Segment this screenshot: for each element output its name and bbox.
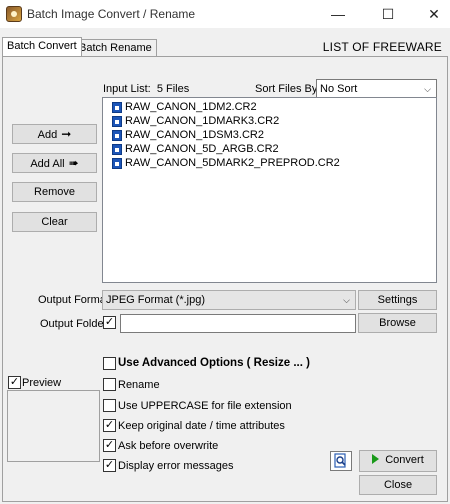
magnifier-icon <box>334 453 346 468</box>
zoom-preview-button[interactable] <box>330 451 352 471</box>
add-all-button[interactable]: Add All ➠ <box>12 153 97 173</box>
rename-checkbox[interactable] <box>103 378 116 391</box>
output-folder-checkbox[interactable]: ✓ <box>103 316 116 329</box>
output-folder-label: Output Folder: <box>40 318 111 330</box>
keep-date-checkbox[interactable]: ✓ <box>103 419 116 432</box>
sort-select[interactable]: No Sort ⌵ <box>316 79 437 99</box>
list-item[interactable]: RAW_CANON_1DM2.CR2 <box>103 100 436 114</box>
double-arrow-right-icon: ➠ <box>68 156 79 170</box>
minimize-button[interactable]: — <box>322 0 354 28</box>
clear-button[interactable]: Clear <box>12 212 97 232</box>
close-button[interactable]: Close <box>359 475 437 495</box>
list-item[interactable]: RAW_CANON_5DMARK2_PREPROD.CR2 <box>103 156 436 170</box>
uppercase-label: Use UPPERCASE for file extension <box>118 400 292 412</box>
settings-button[interactable]: Settings <box>358 290 437 310</box>
preview-area <box>7 390 100 462</box>
tab-batch-rename[interactable]: Batch Rename <box>74 39 157 57</box>
raw-file-icon <box>112 102 122 113</box>
raw-file-icon <box>112 116 122 127</box>
display-errors-checkbox[interactable]: ✓ <box>103 459 116 472</box>
raw-file-icon <box>112 144 122 155</box>
file-count: 5 Files <box>156 83 190 95</box>
list-item[interactable]: RAW_CANON_5D_ARGB.CR2 <box>103 142 436 156</box>
remove-button[interactable]: Remove <box>12 182 97 202</box>
display-errors-label: Display error messages <box>118 460 234 472</box>
tab-batch-convert[interactable]: Batch Convert <box>2 37 82 56</box>
chevron-down-icon: ⌵ <box>343 295 350 305</box>
raw-file-icon <box>112 158 122 169</box>
ask-overwrite-label: Ask before overwrite <box>118 440 219 452</box>
output-format-label: Output Format: <box>38 294 112 306</box>
browse-button[interactable]: Browse <box>358 313 437 333</box>
arrow-right-icon: ➞ <box>61 127 72 141</box>
ask-overwrite-checkbox[interactable]: ✓ <box>103 439 116 452</box>
list-item[interactable]: RAW_CANON_1DMARK3.CR2 <box>103 114 436 128</box>
convert-button[interactable]: Convert <box>359 450 437 472</box>
sort-label: Sort Files By: <box>255 83 321 95</box>
advanced-options-label: Use Advanced Options ( Resize ... ) <box>118 357 310 369</box>
keep-date-label: Keep original date / time attributes <box>118 420 285 432</box>
input-list-label: Input List: 5 Files <box>103 83 190 95</box>
output-format-select[interactable]: JPEG Format (*.jpg) ⌵ <box>102 290 356 310</box>
chevron-down-icon: ⌵ <box>424 84 431 94</box>
play-icon <box>372 454 380 464</box>
brand-label: LIST OF FREEWARE <box>322 40 442 54</box>
app-icon <box>6 6 22 22</box>
rename-label: Rename <box>118 379 160 391</box>
raw-file-icon <box>112 130 122 141</box>
output-folder-input[interactable] <box>120 314 356 333</box>
maximize-button[interactable]: ☐ <box>372 0 404 28</box>
input-file-list[interactable]: RAW_CANON_1DM2.CR2 RAW_CANON_1DMARK3.CR2… <box>102 97 437 283</box>
preview-label: Preview <box>22 377 62 389</box>
preview-checkbox[interactable]: ✓ <box>8 376 21 389</box>
list-item[interactable]: RAW_CANON_1DSM3.CR2 <box>103 128 436 142</box>
uppercase-checkbox[interactable] <box>103 399 116 412</box>
advanced-options-checkbox[interactable] <box>103 357 116 370</box>
close-window-button[interactable]: ✕ <box>418 0 450 28</box>
window-title: Batch Image Convert / Rename <box>27 7 196 21</box>
add-button[interactable]: Add ➞ <box>12 124 97 144</box>
